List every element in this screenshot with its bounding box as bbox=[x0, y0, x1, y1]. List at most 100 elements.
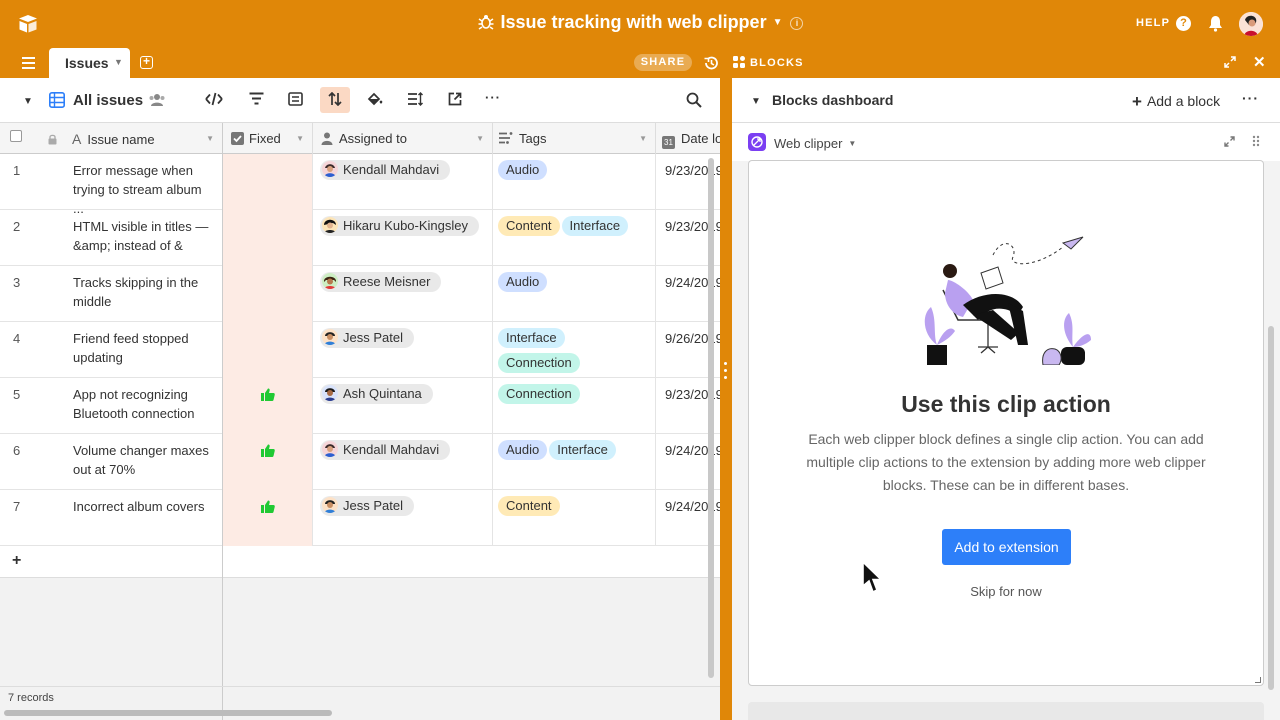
fixed-cell[interactable] bbox=[223, 266, 313, 322]
fixed-cell[interactable] bbox=[223, 490, 313, 546]
table-row[interactable]: 7 Incorrect album covers Jess Patel Cont… bbox=[0, 490, 720, 546]
assigned-cell[interactable]: Kendall Mahdavi bbox=[313, 154, 493, 210]
table-row[interactable]: 6 Volume changer maxes out at 70% Kendal… bbox=[0, 434, 720, 490]
base-title[interactable]: Issue tracking with web clipper ▼ i bbox=[0, 12, 1280, 33]
user-avatar[interactable] bbox=[1239, 12, 1263, 36]
issue-name-cell[interactable]: Error message when trying to stream albu… bbox=[64, 154, 223, 216]
horizontal-scrollbar[interactable] bbox=[4, 710, 332, 716]
text-field-icon: A bbox=[72, 131, 82, 147]
group-button[interactable] bbox=[280, 87, 310, 113]
drag-handle-icon[interactable] bbox=[724, 362, 728, 384]
fixed-cell[interactable] bbox=[223, 434, 313, 490]
add-block-button[interactable]: + Add a block bbox=[1132, 92, 1220, 112]
info-icon[interactable]: i bbox=[790, 17, 804, 30]
add-record-row[interactable]: + bbox=[0, 546, 720, 578]
assigned-cell[interactable]: Kendall Mahdavi bbox=[313, 434, 493, 490]
assigned-cell[interactable]: Ash Quintana bbox=[313, 378, 493, 434]
column-header-issue-name[interactable]: A Issue name ▼ bbox=[64, 123, 223, 154]
share-view-button[interactable] bbox=[440, 87, 470, 113]
assigned-cell[interactable]: Hikaru Kubo-Kingsley bbox=[313, 210, 493, 266]
clip-action-description: Each web clipper block defines a single … bbox=[806, 431, 1206, 493]
expand-icon[interactable] bbox=[1224, 136, 1235, 147]
assigned-cell[interactable]: Jess Patel bbox=[313, 490, 493, 546]
assigned-cell[interactable]: Jess Patel bbox=[313, 322, 493, 378]
table-row[interactable]: 2 HTML visible in titles — &amp; instead… bbox=[0, 210, 720, 266]
tags-cell[interactable]: Interface Connection bbox=[493, 322, 656, 378]
chevron-down-icon[interactable]: ▼ bbox=[751, 96, 761, 107]
issue-name-cell[interactable]: HTML visible in titles — &amp; instead o… bbox=[64, 210, 223, 266]
fixed-cell[interactable] bbox=[223, 378, 313, 434]
view-name[interactable]: All issues bbox=[73, 92, 143, 109]
tags-cell[interactable]: Content bbox=[493, 490, 656, 546]
row-number: 1 bbox=[13, 163, 21, 178]
tab-issues[interactable]: Issues ▼ bbox=[49, 48, 130, 78]
add-table-button[interactable]: + bbox=[140, 55, 153, 69]
issue-name-cell[interactable]: App not recognizing Bluetooth connection bbox=[64, 378, 223, 434]
select-all-checkbox[interactable] bbox=[0, 123, 40, 154]
tags-cell[interactable]: Audio bbox=[493, 266, 656, 322]
issue-name-cell[interactable]: Volume changer maxes out at 70% bbox=[64, 434, 223, 490]
tags-cell[interactable]: Content Interface bbox=[493, 210, 656, 266]
search-icon[interactable] bbox=[686, 92, 702, 108]
block-name[interactable]: Web clipper ▼ bbox=[774, 136, 856, 151]
drag-handle-icon[interactable] bbox=[1252, 135, 1260, 147]
assignee-name: Kendall Mahdavi bbox=[343, 442, 440, 457]
chevron-down-icon[interactable]: ▼ bbox=[206, 134, 214, 143]
resize-handle-icon[interactable] bbox=[1255, 677, 1261, 683]
table-row[interactable]: 5 App not recognizing Bluetooth connecti… bbox=[0, 378, 720, 434]
close-icon[interactable]: ✕ bbox=[1253, 53, 1266, 71]
hide-fields-button[interactable] bbox=[199, 87, 229, 113]
fixed-cell[interactable] bbox=[223, 210, 313, 266]
chevron-down-icon[interactable]: ▼ bbox=[114, 57, 123, 67]
assigned-cell[interactable]: Reese Meisner bbox=[313, 266, 493, 322]
table-row[interactable]: 1 Error message when trying to stream al… bbox=[0, 154, 720, 216]
filter-button[interactable] bbox=[241, 87, 271, 113]
group-icon bbox=[287, 92, 303, 106]
fixed-cell[interactable] bbox=[223, 154, 313, 210]
user-field-icon bbox=[321, 132, 333, 145]
history-icon[interactable] bbox=[703, 55, 719, 71]
chevron-down-icon[interactable]: ▼ bbox=[476, 134, 484, 143]
fixed-cell[interactable] bbox=[223, 322, 313, 378]
tags-cell[interactable]: Connection bbox=[493, 378, 656, 434]
chevron-down-icon[interactable]: ▼ bbox=[639, 134, 647, 143]
question-icon[interactable]: ? bbox=[1176, 16, 1191, 31]
color-button[interactable] bbox=[360, 87, 390, 113]
help-button[interactable]: HELP bbox=[1136, 17, 1170, 29]
table-row[interactable]: 3 Tracks skipping in the middle Reese Me… bbox=[0, 266, 720, 322]
add-to-extension-button[interactable]: Add to extension bbox=[942, 529, 1071, 565]
issue-name-cell[interactable]: Tracks skipping in the middle bbox=[64, 266, 223, 322]
chevron-down-icon[interactable]: ▼ bbox=[296, 134, 304, 143]
bell-icon[interactable] bbox=[1208, 15, 1223, 32]
vertical-scrollbar[interactable] bbox=[1268, 326, 1274, 690]
blocks-button[interactable]: BLOCKS bbox=[733, 56, 804, 69]
collaborators-icon[interactable] bbox=[148, 93, 166, 107]
issue-name-cell[interactable]: Friend feed stopped updating bbox=[64, 322, 223, 378]
column-header-tags[interactable]: Tags ▼ bbox=[493, 123, 656, 154]
table-row[interactable]: 4 Friend feed stopped updating Jess Pate… bbox=[0, 322, 720, 378]
column-header-date[interactable]: 31 Date lo bbox=[656, 123, 720, 154]
assignee-pill: Jess Patel bbox=[320, 496, 414, 516]
column-header-fixed[interactable]: Fixed ▼ bbox=[223, 123, 313, 154]
menu-icon[interactable] bbox=[22, 57, 35, 72]
tag-pill: Interface bbox=[498, 328, 565, 348]
more-options-icon[interactable]: ··· bbox=[478, 87, 508, 113]
panel-separator[interactable] bbox=[720, 78, 732, 720]
tags-cell[interactable]: Audio Interface bbox=[493, 434, 656, 490]
chevron-down-icon[interactable]: ▼ bbox=[23, 96, 33, 107]
column-header-label: Issue name bbox=[87, 132, 155, 147]
share-button[interactable]: SHARE bbox=[634, 54, 692, 71]
dashboard-title[interactable]: Blocks dashboard bbox=[772, 92, 893, 108]
more-options-icon[interactable]: ··· bbox=[1242, 90, 1259, 106]
tags-cell[interactable]: Audio bbox=[493, 154, 656, 210]
row-height-button[interactable] bbox=[400, 87, 430, 113]
column-header-label: Tags bbox=[519, 131, 547, 146]
expand-icon[interactable] bbox=[1224, 56, 1236, 68]
column-header-assigned-to[interactable]: Assigned to ▼ bbox=[313, 123, 493, 154]
skip-for-now-link[interactable]: Skip for now bbox=[749, 584, 1263, 599]
vertical-scrollbar[interactable] bbox=[708, 158, 714, 678]
assignee-name: Jess Patel bbox=[343, 330, 403, 345]
sort-button[interactable] bbox=[320, 87, 350, 113]
issue-name-cell[interactable]: Incorrect album covers bbox=[64, 490, 223, 546]
plus-icon[interactable]: + bbox=[12, 552, 21, 570]
